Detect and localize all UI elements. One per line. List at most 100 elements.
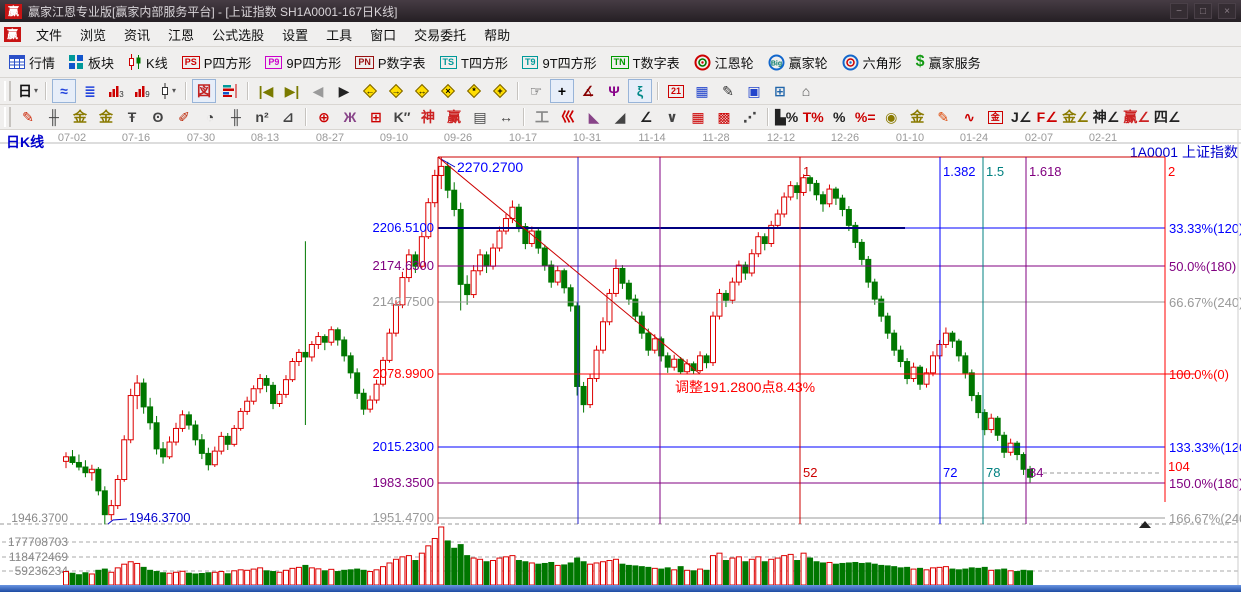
gann-fence-gold-1-button[interactable]: 金 — [68, 105, 92, 129]
menu-item-工具[interactable]: 工具 — [317, 22, 361, 47]
box-grid-button[interactable]: ⊞ — [364, 105, 388, 129]
grid-red-1-button[interactable]: ▦ — [686, 105, 710, 129]
angle-measure-button[interactable]: ∡ — [576, 79, 600, 103]
gann-fence-button[interactable]: ╫ — [42, 105, 66, 129]
k-quote-button[interactable]: K″ — [390, 105, 414, 129]
nav-last-button[interactable]: ▶| — [280, 79, 304, 103]
gann-spiral-button[interactable]: ʘ — [146, 105, 170, 129]
gann-fence-2-button[interactable]: ╫ — [224, 105, 248, 129]
zoom-star-button[interactable]: * — [462, 79, 486, 103]
menu-item-文件[interactable]: 文件 — [27, 22, 71, 47]
gann-wheel-button[interactable]: 江恩轮 — [687, 48, 761, 76]
pct-line-button[interactable]: %= — [853, 105, 877, 129]
pen-ruler-button[interactable]: ✐ — [172, 105, 196, 129]
beam-tool-button[interactable]: 工 — [530, 105, 554, 129]
winner-service-button[interactable]: $赢家服务 — [909, 48, 988, 76]
zoom-cross-button[interactable]: × — [436, 79, 460, 103]
nav-next-button[interactable]: ▶ — [332, 79, 356, 103]
candle-style-dropdown-button[interactable]: ▾ — [156, 79, 180, 103]
angle-j-button[interactable]: J∠ — [1009, 105, 1033, 129]
minimize-button[interactable]: − — [1170, 3, 1188, 19]
winner-wheel-button[interactable]: Big赢家轮 — [761, 48, 835, 76]
pattern-mark-toggle-button[interactable]: 図 — [192, 79, 216, 103]
angle-ying-button[interactable]: 赢∠ — [1122, 105, 1151, 129]
zoom-right-button[interactable]: → — [384, 79, 408, 103]
gann-sail-button[interactable]: ⊿ — [276, 105, 300, 129]
draw-pen-button[interactable]: ✎ — [16, 105, 40, 129]
t-number-table-button[interactable]: TNT数字表 — [604, 48, 687, 76]
menu-item-设置[interactable]: 设置 — [273, 22, 317, 47]
kline-chart-canvas[interactable]: 07-0207-1607-3008-1308-2709-1009-2610-17… — [0, 130, 1241, 585]
fan-box-purple-button[interactable]: ◣ — [582, 105, 606, 129]
mind-map-button[interactable]: ξ — [628, 79, 652, 103]
close-button[interactable]: × — [1218, 3, 1236, 19]
t-square-button[interactable]: TST四方形 — [433, 48, 515, 76]
pct-t-button[interactable]: T% — [801, 105, 825, 129]
slant-lines-button[interactable]: ⋰ — [738, 105, 762, 129]
angle-f-button[interactable]: F∠ — [1035, 105, 1059, 129]
volume-profile-button[interactable] — [218, 79, 242, 103]
p9-square-button[interactable]: P99P四方形 — [258, 48, 348, 76]
t9-square-button[interactable]: T99T四方形 — [515, 48, 604, 76]
zoom-left-button[interactable]: ← — [358, 79, 382, 103]
quote-table-button[interactable]: 行情 — [2, 48, 62, 76]
square-n2-button[interactable]: n² — [250, 105, 274, 129]
gold-levels-button[interactable]: 金 — [905, 105, 929, 129]
pct-plain-button[interactable]: % — [827, 105, 851, 129]
p-number-table-button[interactable]: PNP数字表 — [348, 48, 432, 76]
fan-box-dark-button[interactable]: ◢ — [608, 105, 632, 129]
v-check-button[interactable]: ∨ — [660, 105, 684, 129]
gold-circle-button[interactable]: ◉ — [879, 105, 903, 129]
gann-tool-purple-button[interactable]: Ψ — [602, 79, 626, 103]
calculator-button[interactable]: ▦ — [690, 79, 714, 103]
angle-line-button[interactable]: ∠ — [634, 105, 658, 129]
fence-shen-button[interactable]: 神 — [416, 105, 440, 129]
zoom-all-button[interactable]: + — [488, 79, 512, 103]
menu-item-公式选股[interactable]: 公式选股 — [203, 22, 273, 47]
calendar-button[interactable]: 21 — [664, 79, 688, 103]
sector-blocks-button[interactable]: 板块 — [62, 48, 121, 76]
menu-item-江恩[interactable]: 江恩 — [159, 22, 203, 47]
p-square-button[interactable]: PSP四方形 — [175, 48, 259, 76]
menu-item-资讯[interactable]: 资讯 — [115, 22, 159, 47]
wave-tool-button[interactable]: ∿ — [957, 105, 981, 129]
menu-item-窗口[interactable]: 窗口 — [361, 22, 405, 47]
ruler-123-button[interactable]: ▤ — [468, 105, 492, 129]
gann-fence-gold-2-button[interactable]: 金 — [94, 105, 118, 129]
kline-view-button[interactable]: K线 — [121, 48, 175, 76]
grid-red-2-button[interactable]: ▩ — [712, 105, 736, 129]
star-grid-button[interactable]: Ж — [338, 105, 362, 129]
bars-9-button[interactable]: 9 — [130, 79, 154, 103]
menu-item-交易委托[interactable]: 交易委托 — [405, 22, 475, 47]
net-save-button[interactable]: ⊞ — [768, 79, 792, 103]
notepad-button[interactable]: ✎ — [716, 79, 740, 103]
angle-shen-button[interactable]: 神∠ — [1092, 105, 1121, 129]
gann-clock-button[interactable]: ◔ — [198, 105, 222, 129]
save-button[interactable]: ▣ — [742, 79, 766, 103]
brush-red-button[interactable]: ✎ — [931, 105, 955, 129]
pan-hand-button[interactable]: ☞ — [524, 79, 548, 103]
menu-item-帮助[interactable]: 帮助 — [475, 22, 519, 47]
hexagon-button[interactable]: 六角形 — [835, 48, 909, 76]
zoom-horizontal-button[interactable]: ↔ — [410, 79, 434, 103]
angle-gold-button[interactable]: 金∠ — [1061, 105, 1090, 129]
maximize-button[interactable]: □ — [1194, 3, 1212, 19]
crosshair-button[interactable]: + — [550, 79, 574, 103]
kline-period-dropdown-button[interactable]: 日▾ — [16, 79, 40, 103]
angle-si-button[interactable]: 四∠ — [1153, 105, 1182, 129]
circle-cross-button[interactable]: ⊕ — [312, 105, 336, 129]
quote-list-button[interactable]: ≣ — [78, 79, 102, 103]
bars-3-button[interactable]: 3 — [104, 79, 128, 103]
workstation-button[interactable]: ⌂ — [794, 79, 818, 103]
chart-pattern-toggle-button[interactable]: ≈ — [52, 79, 76, 103]
gann-fence-f-button[interactable]: Ŧ — [120, 105, 144, 129]
pct-column-button[interactable]: ▙% — [774, 105, 799, 129]
fence-ying-button[interactable]: 赢 — [442, 105, 466, 129]
measure-width-button[interactable]: ↔ — [494, 105, 518, 129]
fan-red-button[interactable]: 巛 — [556, 105, 580, 129]
nav-prev-button[interactable]: ◀ — [306, 79, 330, 103]
menu-item-浏览[interactable]: 浏览 — [71, 22, 115, 47]
nav-first-button[interactable]: |◀ — [254, 79, 278, 103]
gold-box-button[interactable]: 金 — [983, 105, 1007, 129]
svg-text:2270.2700: 2270.2700 — [457, 159, 523, 175]
